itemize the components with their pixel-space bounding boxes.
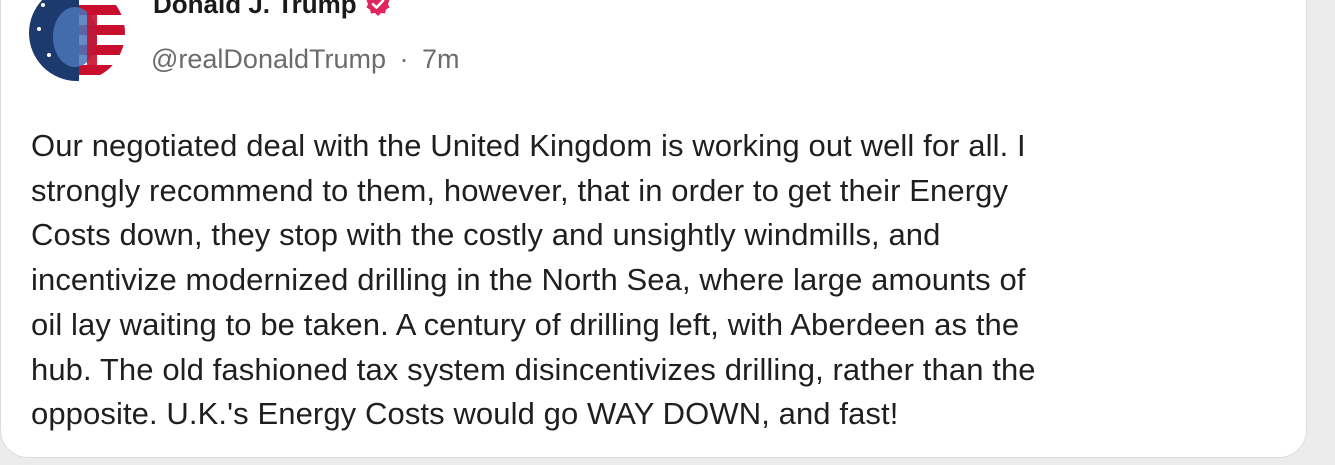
author-handle[interactable]: @realDonaldTrump bbox=[151, 44, 386, 74]
post-body-line: oil lay waiting to be taken. A century o… bbox=[31, 306, 1020, 342]
post-body-line: strongly recommend to them, however, tha… bbox=[31, 172, 1009, 208]
post-card[interactable]: Donald J. Trump @realDonaldTrump · 7m Ou… bbox=[0, 0, 1307, 458]
post-body: Our negotiated deal with the United King… bbox=[31, 124, 1293, 437]
post-body-line: opposite. U.K.'s Energy Costs would go W… bbox=[31, 396, 899, 432]
author-meta: @realDonaldTrump · 7m bbox=[151, 42, 460, 76]
author-name-row: Donald J. Trump bbox=[153, 0, 391, 19]
author-display-name[interactable]: Donald J. Trump bbox=[153, 0, 357, 19]
avatar-image bbox=[29, 0, 125, 81]
avatar[interactable] bbox=[29, 0, 125, 81]
verified-badge-icon bbox=[366, 0, 390, 16]
post-body-line: Costs down, they stop with the costly an… bbox=[31, 217, 941, 253]
post-body-line: Our negotiated deal with the United King… bbox=[31, 128, 1026, 163]
post-body-line: hub. The old fashioned tax system disinc… bbox=[31, 351, 1036, 387]
meta-separator: · bbox=[399, 44, 409, 74]
post-body-line: incentivize modernized drilling in the N… bbox=[31, 262, 1026, 298]
post-timestamp[interactable]: 7m bbox=[422, 44, 460, 74]
